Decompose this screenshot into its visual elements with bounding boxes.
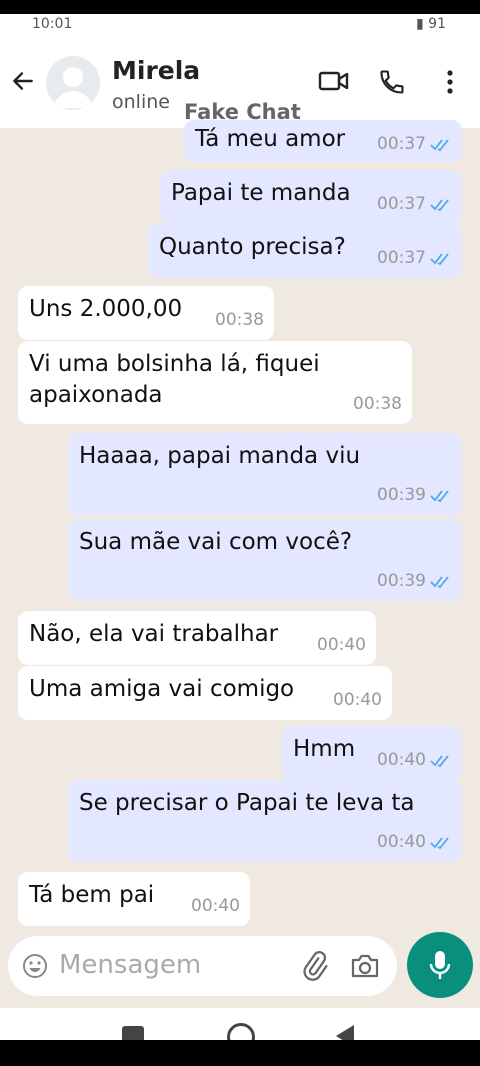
voice-message-button[interactable]	[407, 932, 473, 998]
status-time: 10:01	[32, 16, 73, 32]
message-bubble[interactable]: Hmm 00:40	[282, 726, 462, 780]
message-meta: 00:40	[317, 630, 366, 661]
message-time: 00:38	[215, 310, 264, 330]
default-avatar-icon	[53, 67, 93, 108]
message-time: 00:40	[317, 635, 366, 655]
message-meta: 00:38	[215, 305, 264, 336]
more-vert-icon[interactable]	[444, 68, 456, 96]
chat-screen: 10:01 ▮ 91 Mirela online Fake Chat Tá me…	[0, 0, 480, 1066]
message-meta: 00:40	[377, 827, 452, 858]
message-time: 00:38	[353, 394, 402, 414]
mic-icon	[429, 951, 451, 979]
message-bubble[interactable]: Uma amiga vai comigo 00:40	[18, 666, 392, 720]
message-bubble[interactable]: Quanto precisa? 00:37	[148, 224, 462, 278]
message-meta: 00:38	[353, 389, 402, 420]
message-bubble[interactable]: Tá meu amor 00:37	[184, 120, 462, 162]
message-text: Não, ela vai trabalhar	[29, 621, 279, 647]
message-bubble[interactable]: Se precisar o Papai te leva ta 00:40	[68, 780, 462, 862]
message-bubble[interactable]: Vi uma bolsinha lá, fiquei apaixonada 00…	[18, 341, 412, 424]
message-meta: 00:40	[191, 891, 240, 922]
message-bubble[interactable]: Tá bem pai 00:40	[18, 872, 250, 926]
read-ticks-icon	[430, 575, 449, 588]
camera-icon[interactable]	[350, 952, 380, 980]
message-time: 00:40	[377, 750, 426, 770]
chat-header: Mirela online Fake Chat	[0, 38, 480, 128]
status-battery: ▮ 91	[416, 16, 446, 32]
message-list: Tá meu amor 00:37 Papai te manda 00:37 Q…	[0, 120, 480, 928]
message-time: 00:37	[377, 248, 426, 268]
read-ticks-icon	[430, 754, 449, 767]
bottom-bezel	[0, 1040, 480, 1066]
message-time: 00:40	[333, 690, 382, 710]
message-text: Uma amiga vai comigo	[29, 676, 295, 702]
message-meta: 00:37	[377, 129, 452, 160]
read-ticks-icon	[430, 198, 449, 211]
message-bubble[interactable]: Sua mãe vai com você? 00:39	[68, 519, 462, 601]
status-bar: 10:01 ▮ 91	[0, 14, 480, 38]
message-text: Vi uma bolsinha lá, fiquei apaixonada	[29, 351, 320, 408]
phone-icon[interactable]	[378, 68, 406, 96]
message-text: Tá bem pai	[29, 882, 155, 908]
battery-level: 91	[428, 16, 446, 32]
message-bubble[interactable]: Uns 2.000,00 00:38	[18, 286, 274, 340]
message-time: 00:37	[377, 134, 426, 154]
video-call-icon[interactable]	[318, 68, 350, 94]
message-meta: 00:40	[377, 745, 452, 776]
message-meta: 00:40	[333, 685, 382, 716]
read-ticks-icon	[430, 252, 449, 265]
message-bubble[interactable]: Haaaa, papai manda viu 00:39	[68, 433, 462, 515]
read-ticks-icon	[430, 138, 449, 151]
contact-status: online	[112, 91, 170, 113]
emoji-icon[interactable]	[22, 953, 48, 979]
message-text: Tá meu amor	[195, 126, 346, 152]
message-time: 00:39	[377, 571, 426, 591]
message-text: Papai te manda	[171, 180, 351, 206]
message-time: 00:39	[377, 485, 426, 505]
message-input[interactable]: Mensagem	[59, 950, 201, 980]
message-time: 00:40	[191, 896, 240, 916]
message-text: Haaaa, papai manda viu	[79, 443, 361, 469]
battery-icon: ▮	[416, 16, 424, 32]
paperclip-icon[interactable]	[299, 950, 329, 982]
message-meta: 00:39	[377, 566, 452, 597]
message-text: Hmm	[293, 736, 356, 762]
message-bubble[interactable]: Papai te manda 00:37	[160, 170, 462, 224]
read-ticks-icon	[430, 836, 449, 849]
message-bubble[interactable]: Não, ela vai trabalhar 00:40	[18, 611, 376, 665]
message-meta: 00:37	[377, 189, 452, 220]
read-ticks-icon	[430, 489, 449, 502]
message-time: 00:37	[377, 194, 426, 214]
message-text: Quanto precisa?	[159, 234, 346, 260]
message-text: Uns 2.000,00	[29, 296, 183, 322]
contact-name[interactable]: Mirela	[112, 56, 200, 85]
message-text: Se precisar o Papai te leva ta	[79, 790, 415, 816]
back-arrow-icon[interactable]	[10, 68, 36, 94]
avatar[interactable]	[46, 56, 100, 110]
message-text: Sua mãe vai com você?	[79, 529, 353, 555]
message-time: 00:40	[377, 832, 426, 852]
message-meta: 00:39	[377, 480, 452, 511]
message-composer: Mensagem	[8, 936, 397, 996]
message-meta: 00:37	[377, 243, 452, 274]
